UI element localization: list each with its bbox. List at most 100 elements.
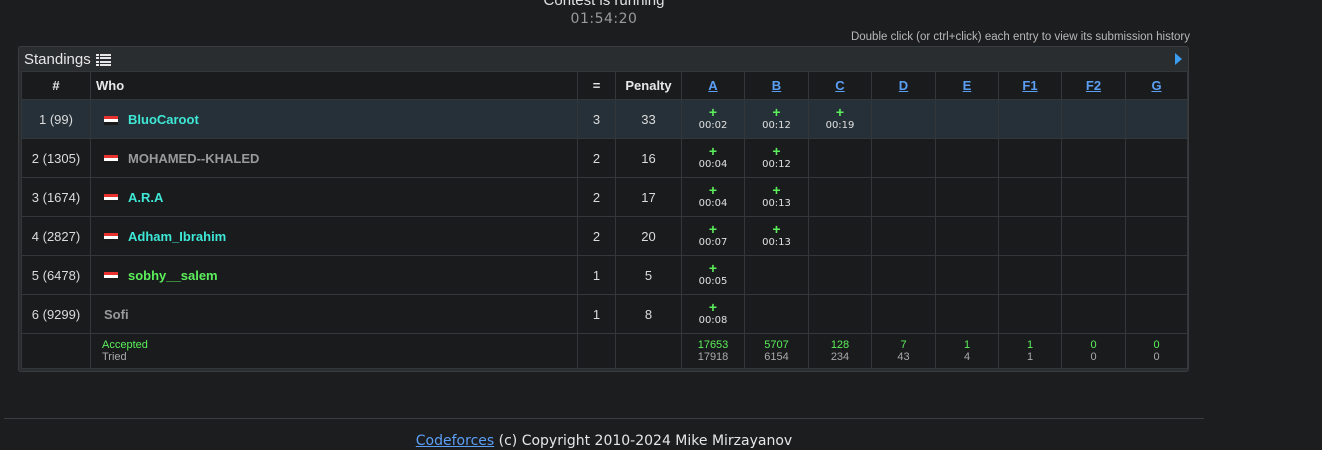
problem-result-cell[interactable] [744, 255, 809, 295]
problem-result-cell[interactable]: +00:07 [681, 216, 745, 256]
problem-result-cell[interactable] [1061, 294, 1126, 334]
problem-result-cell[interactable] [935, 99, 999, 139]
problem-result-cell[interactable]: +00:19 [808, 99, 872, 139]
problem-result-cell[interactable] [935, 138, 999, 178]
solved-cell: 2 [577, 138, 616, 178]
standings-title: Standings [24, 51, 111, 68]
problem-result-cell[interactable] [744, 294, 809, 334]
problem-link-d[interactable]: D [899, 78, 908, 93]
problem-result-cell[interactable] [871, 99, 936, 139]
table-row[interactable]: 5 (6478) sobhy__salem 1 5 +00:05 [21, 255, 1188, 295]
problem-link-a[interactable]: A [708, 78, 717, 93]
problem-result-cell[interactable] [808, 177, 872, 217]
problem-link-g[interactable]: G [1151, 78, 1161, 93]
problem-result-cell[interactable]: +00:04 [681, 138, 745, 178]
problem-result-cell[interactable] [998, 294, 1062, 334]
contest-header: Contest is running 01:54:20 [0, 0, 1208, 28]
problem-result-cell[interactable] [1061, 99, 1126, 139]
egypt-flag-icon [104, 271, 118, 281]
problem-result-cell[interactable] [935, 255, 999, 295]
problem-result-cell[interactable] [935, 294, 999, 334]
accepted-plus: + [708, 299, 718, 315]
problem-result-cell[interactable] [808, 138, 872, 178]
problem-link-e[interactable]: E [963, 78, 972, 93]
problem-result-cell[interactable] [1061, 177, 1126, 217]
problem-link-f1[interactable]: F1 [1022, 78, 1037, 93]
problem-link-c[interactable]: C [835, 78, 844, 93]
problem-result-cell[interactable] [1061, 138, 1126, 178]
problem-result-cell[interactable] [808, 255, 872, 295]
problem-result-cell[interactable] [998, 255, 1062, 295]
table-row[interactable]: 3 (1674) A.R.A 2 17 +00:04 +00:13 [21, 177, 1188, 217]
problem-result-cell[interactable] [998, 177, 1062, 217]
who-cell: sobhy__salem [90, 255, 578, 295]
codeforces-link[interactable]: Codeforces [416, 433, 494, 449]
problem-result-cell[interactable] [998, 216, 1062, 256]
standings-panel: Standings # Who = Penalty A B C D E F1 F… [18, 46, 1189, 372]
table-row[interactable]: 1 (99) BluoCaroot 3 33 +00:02 +00:12 +00:19 [21, 99, 1188, 139]
problem-result-cell[interactable] [1125, 177, 1188, 217]
problem-result-cell[interactable]: +00:12 [744, 99, 809, 139]
submission-time: 00:04 [698, 198, 728, 209]
participant-handle-link[interactable]: Sofi [104, 307, 129, 322]
problem-link-f2[interactable]: F2 [1086, 78, 1101, 93]
problem-result-cell[interactable]: +00:13 [744, 216, 809, 256]
summary-cell[interactable]: 128 234 [808, 333, 872, 369]
problem-result-cell[interactable] [871, 177, 936, 217]
summary-cell[interactable]: 17653 17918 [681, 333, 745, 369]
problem-result-cell[interactable]: +00:08 [681, 294, 745, 334]
summary-cell[interactable]: 5707 6154 [744, 333, 809, 369]
summary-cell[interactable]: 00 [1125, 333, 1188, 369]
problem-result-cell[interactable]: +00:05 [681, 255, 745, 295]
problem-link-b[interactable]: B [772, 78, 781, 93]
accepted-plus: + [835, 104, 845, 120]
problem-result-cell[interactable] [935, 216, 999, 256]
problem-result-cell[interactable] [1125, 99, 1188, 139]
problem-result-cell[interactable] [871, 255, 936, 295]
submission-time: 00:08 [698, 315, 728, 326]
accepted-plus: + [772, 143, 781, 159]
table-row[interactable]: 4 (2827) Adham_Ibrahim 2 20 +00:07 +00:13 [21, 216, 1188, 256]
summary-cell[interactable]: 7 43 [871, 333, 936, 369]
accepted-plus: + [772, 104, 781, 120]
problem-header: C [808, 71, 872, 100]
participant-handle-link[interactable]: A.R.A [128, 190, 163, 205]
problem-result-cell[interactable] [871, 294, 936, 334]
problem-result-cell[interactable] [1125, 255, 1188, 295]
summary-cell[interactable]: 14 [935, 333, 999, 369]
accepted-count: 5707 [764, 339, 789, 351]
problem-result-cell[interactable]: +00:04 [681, 177, 745, 217]
contest-status: Contest is running [543, 0, 665, 9]
problem-result-cell[interactable] [1061, 255, 1126, 295]
problem-result-cell[interactable] [808, 216, 872, 256]
footer: Codeforces (c) Copyright 2010-2024 Mike … [0, 433, 1208, 449]
problem-result-cell[interactable] [1125, 294, 1188, 334]
submission-time: 00:13 [762, 237, 791, 248]
problem-result-cell[interactable] [1125, 138, 1188, 178]
problem-result-cell[interactable] [1061, 216, 1126, 256]
table-row[interactable]: 2 (1305) MOHAMED--KHALED 2 16 +00:04 +00:12 [21, 138, 1188, 178]
rank-cell: 1 (99) [21, 99, 91, 139]
problem-result-cell[interactable]: +00:02 [681, 99, 745, 139]
problem-result-cell[interactable] [998, 99, 1062, 139]
summary-cell[interactable]: 00 [1061, 333, 1126, 369]
problem-result-cell[interactable]: +00:13 [744, 177, 809, 217]
problem-result-cell[interactable] [808, 294, 872, 334]
expand-arrow-icon[interactable] [1175, 53, 1182, 65]
participant-handle-link[interactable]: Adham_Ibrahim [128, 229, 226, 244]
problem-result-cell[interactable] [998, 138, 1062, 178]
table-row[interactable]: 6 (9299) Sofi 1 8 +00:08 [21, 294, 1188, 334]
problem-header: B [744, 71, 809, 100]
summary-cell[interactable]: 11 [998, 333, 1062, 369]
summary-penalty-cell [615, 333, 682, 369]
problem-result-cell[interactable] [871, 216, 936, 256]
participant-handle-link[interactable]: MOHAMED--KHALED [128, 151, 259, 166]
problem-result-cell[interactable] [935, 177, 999, 217]
problem-result-cell[interactable] [1125, 216, 1188, 256]
participant-handle-link[interactable]: sobhy__salem [128, 268, 218, 283]
tried-count: 234 [830, 351, 850, 363]
problem-result-cell[interactable]: +00:12 [744, 138, 809, 178]
penalty-cell: 16 [615, 138, 682, 178]
problem-result-cell[interactable] [871, 138, 936, 178]
participant-handle-link[interactable]: BluoCaroot [128, 112, 199, 127]
